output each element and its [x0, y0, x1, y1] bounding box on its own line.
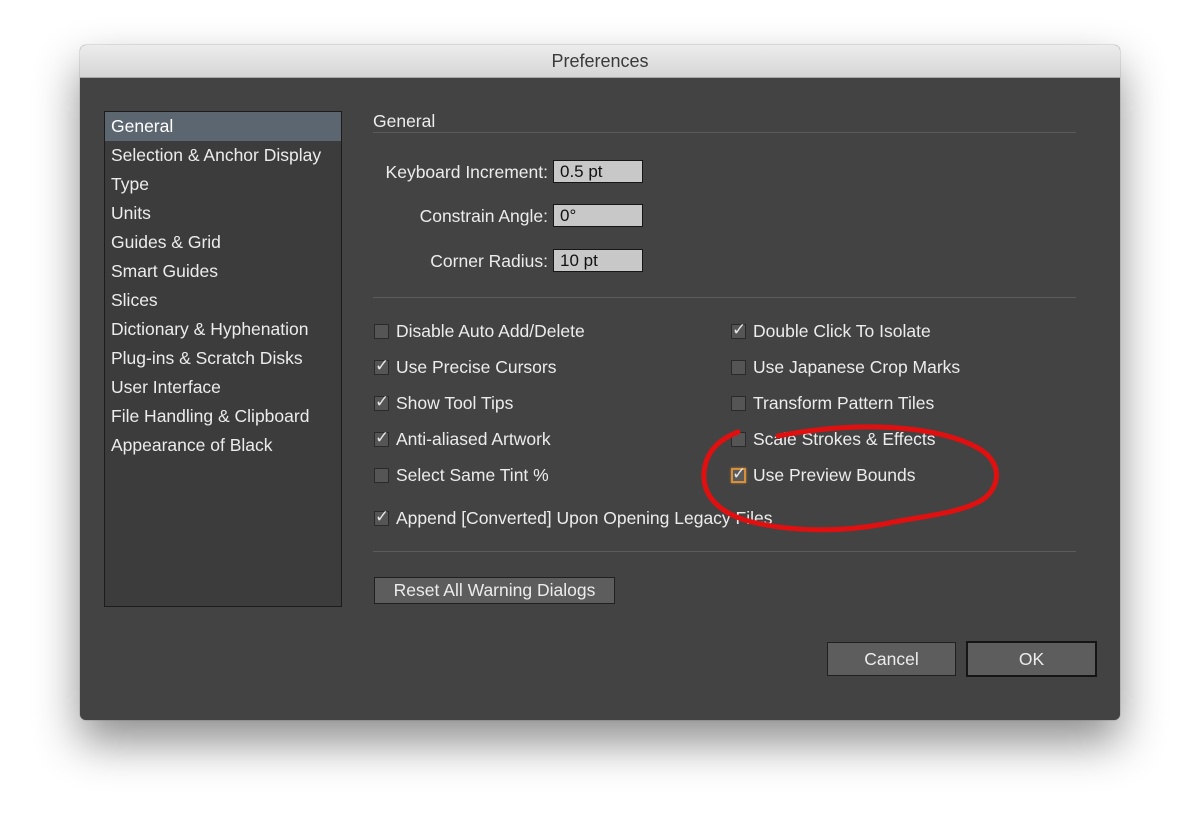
sidebar-item-slices[interactable]: Slices	[105, 286, 341, 315]
anti-aliased-artwork-checkbox[interactable]	[374, 428, 389, 448]
use-japanese-crop-marks-option[interactable]: Use Japanese Crop Marks	[731, 355, 960, 379]
anti-aliased-artwork-option[interactable]: Anti-aliased Artwork	[374, 427, 551, 451]
preferences-sidebar: General Selection & Anchor Display Type …	[104, 111, 342, 607]
sidebar-item-appearance-of-black[interactable]: Appearance of Black	[105, 431, 341, 460]
select-same-tint-option[interactable]: Select Same Tint %	[374, 463, 549, 487]
sidebar-item-plugins-scratch-disks[interactable]: Plug-ins & Scratch Disks	[105, 344, 341, 373]
show-tool-tips-label: Show Tool Tips	[396, 392, 514, 413]
section-title: General	[373, 111, 436, 131]
sidebar-item-units[interactable]: Units	[105, 199, 341, 228]
sidebar-item-dictionary-hyphenation[interactable]: Dictionary & Hyphenation	[105, 315, 341, 344]
window-title: Preferences	[80, 45, 1120, 78]
sidebar-item-user-interface[interactable]: User Interface	[105, 373, 341, 402]
use-precise-cursors-checkbox[interactable]	[374, 356, 389, 376]
constrain-angle-label: Constrain Angle:	[419, 206, 548, 226]
ok-button[interactable]: OK	[966, 641, 1097, 677]
cancel-button[interactable]: Cancel	[827, 642, 956, 676]
transform-pattern-tiles-label: Transform Pattern Tiles	[753, 392, 935, 413]
section-divider	[373, 132, 1076, 133]
use-precise-cursors-option[interactable]: Use Precise Cursors	[374, 355, 556, 379]
transform-pattern-tiles-checkbox[interactable]	[731, 395, 746, 411]
keyboard-increment-input[interactable]	[553, 160, 643, 183]
scale-strokes-effects-checkbox[interactable]	[731, 431, 746, 447]
double-click-to-isolate-label: Double Click To Isolate	[753, 320, 931, 341]
append-converted-checkbox[interactable]	[374, 507, 389, 527]
select-same-tint-checkbox[interactable]	[374, 467, 389, 483]
sidebar-item-general[interactable]: General	[105, 112, 341, 141]
select-same-tint-label: Select Same Tint %	[396, 464, 549, 485]
corner-radius-input[interactable]	[553, 249, 643, 272]
sidebar-item-smart-guides[interactable]: Smart Guides	[105, 257, 341, 286]
sidebar-item-file-handling-clipboard[interactable]: File Handling & Clipboard	[105, 402, 341, 431]
disable-auto-add-delete-label: Disable Auto Add/Delete	[396, 320, 585, 341]
disable-auto-add-delete-option[interactable]: Disable Auto Add/Delete	[374, 319, 585, 343]
reset-warning-dialogs-button[interactable]: Reset All Warning Dialogs	[374, 577, 615, 604]
use-preview-bounds-label: Use Preview Bounds	[753, 464, 916, 485]
append-converted-option[interactable]: Append [Converted] Upon Opening Legacy F…	[374, 506, 773, 530]
use-japanese-crop-marks-checkbox[interactable]	[731, 359, 746, 375]
use-preview-bounds-checkbox[interactable]	[731, 464, 746, 484]
use-preview-bounds-option[interactable]: Use Preview Bounds	[731, 463, 915, 487]
transform-pattern-tiles-option[interactable]: Transform Pattern Tiles	[731, 391, 934, 415]
fields-divider	[373, 297, 1076, 298]
use-japanese-crop-marks-label: Use Japanese Crop Marks	[753, 356, 961, 377]
show-tool-tips-checkbox[interactable]	[374, 392, 389, 412]
anti-aliased-artwork-label: Anti-aliased Artwork	[396, 428, 551, 449]
use-precise-cursors-label: Use Precise Cursors	[396, 356, 557, 377]
double-click-to-isolate-option[interactable]: Double Click To Isolate	[731, 319, 931, 343]
sidebar-item-type[interactable]: Type	[105, 170, 341, 199]
sidebar-item-guides-grid[interactable]: Guides & Grid	[105, 228, 341, 257]
preferences-dialog: Preferences General Selection & Anchor D…	[80, 45, 1120, 720]
keyboard-increment-label: Keyboard Increment:	[385, 162, 548, 182]
corner-radius-label: Corner Radius:	[430, 251, 548, 271]
sidebar-item-selection-anchor-display[interactable]: Selection & Anchor Display	[105, 141, 341, 170]
options-divider	[373, 551, 1076, 552]
disable-auto-add-delete-checkbox[interactable]	[374, 323, 389, 339]
show-tool-tips-option[interactable]: Show Tool Tips	[374, 391, 513, 415]
constrain-angle-input[interactable]	[553, 204, 643, 227]
append-converted-label: Append [Converted] Upon Opening Legacy F…	[396, 507, 773, 528]
scale-strokes-effects-option[interactable]: Scale Strokes & Effects	[731, 427, 936, 451]
scale-strokes-effects-label: Scale Strokes & Effects	[753, 428, 936, 449]
double-click-to-isolate-checkbox[interactable]	[731, 320, 746, 340]
